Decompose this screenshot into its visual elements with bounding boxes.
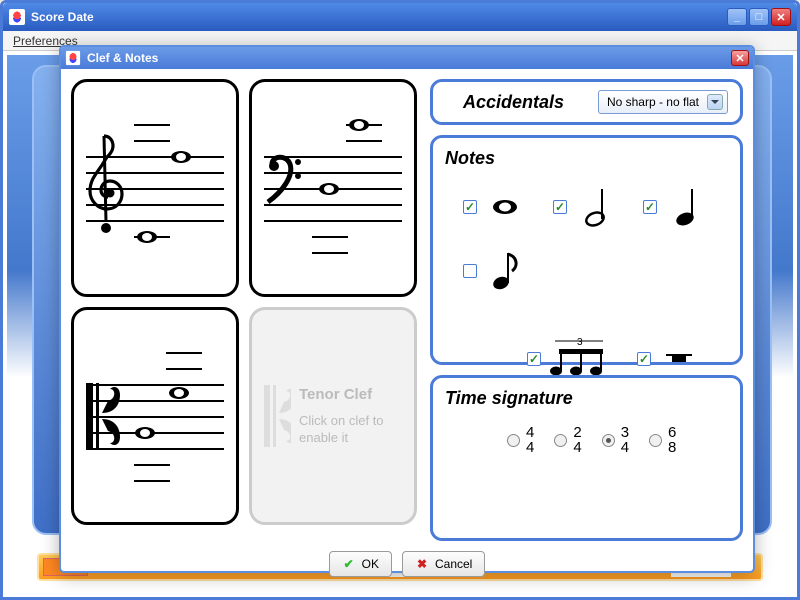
- ok-button[interactable]: ✔ OK: [329, 551, 392, 577]
- note-whole[interactable]: [463, 187, 525, 227]
- notes-label: Notes: [445, 148, 728, 169]
- half-note-icon: [575, 187, 615, 227]
- dialog-title: Clef & Notes: [87, 51, 158, 65]
- section-timesig: Time signature 44 24: [430, 375, 743, 541]
- checkbox[interactable]: [463, 264, 477, 278]
- c-clef-icon: [264, 385, 291, 447]
- radio[interactable]: [554, 434, 567, 447]
- svg-text:3: 3: [577, 337, 583, 348]
- radio[interactable]: [602, 434, 615, 447]
- tenor-hint: Click on clef to enable it: [299, 413, 402, 447]
- note-icon: [136, 230, 158, 244]
- timesig-3-4[interactable]: 34: [602, 425, 629, 455]
- cross-icon: ✖: [415, 557, 429, 571]
- clef-treble[interactable]: [71, 79, 239, 297]
- clef-grid: Tenor Clef Click on clef to enable it: [71, 79, 418, 541]
- section-accidentals: Accidentals No sharp - no flat: [430, 79, 743, 125]
- clef-tenor-disabled[interactable]: Tenor Clef Click on clef to enable it: [249, 307, 417, 525]
- checkbox[interactable]: [637, 352, 651, 366]
- timesig-2-4[interactable]: 24: [554, 425, 581, 455]
- note-eighth[interactable]: [463, 251, 525, 291]
- chevron-down-icon: [707, 94, 723, 110]
- dialog-body: Tenor Clef Click on clef to enable it Ac…: [61, 69, 753, 571]
- java-icon: [9, 9, 25, 25]
- window-buttons: _ □ ✕: [727, 8, 791, 26]
- quarter-note-icon: [665, 187, 705, 227]
- accidentals-dropdown[interactable]: No sharp - no flat: [598, 90, 728, 114]
- main-titlebar: Score Date _ □ ✕: [3, 3, 797, 31]
- tenor-title: Tenor Clef: [299, 386, 402, 403]
- rest-icon: [659, 339, 699, 379]
- timesig-4-4[interactable]: 44: [507, 425, 534, 455]
- cancel-button[interactable]: ✖ Cancel: [402, 551, 485, 577]
- note-icon: [134, 426, 156, 440]
- checkbox[interactable]: [553, 200, 567, 214]
- maximize-button[interactable]: □: [749, 8, 769, 26]
- triplet-icon: 3: [549, 339, 609, 379]
- main-title: Score Date: [31, 10, 94, 24]
- timesig-6-8[interactable]: 68: [649, 425, 676, 455]
- note-icon: [170, 150, 192, 164]
- note-icon: [318, 182, 340, 196]
- note-quarter[interactable]: [643, 187, 705, 227]
- c-clef-icon: [86, 383, 126, 449]
- right-column: Accidentals No sharp - no flat Notes: [430, 79, 743, 541]
- section-notes: Notes: [430, 135, 743, 365]
- checkbox[interactable]: [643, 200, 657, 214]
- radio[interactable]: [507, 434, 520, 447]
- dialog-titlebar: Clef & Notes ✕: [61, 47, 753, 69]
- eighth-note-icon: [485, 251, 525, 291]
- note-triplet[interactable]: 3: [527, 339, 609, 379]
- treble-clef-icon: [84, 132, 124, 242]
- timesig-label: Time signature: [445, 388, 728, 409]
- note-icon: [348, 118, 370, 132]
- whole-note-icon: [485, 187, 525, 227]
- note-half[interactable]: [553, 187, 615, 227]
- checkbox[interactable]: [463, 200, 477, 214]
- clef-bass[interactable]: [249, 79, 417, 297]
- accidentals-label: Accidentals: [463, 92, 564, 113]
- accidentals-selected: No sharp - no flat: [607, 95, 699, 109]
- radio[interactable]: [649, 434, 662, 447]
- note-icon: [168, 386, 190, 400]
- dialog-close-button[interactable]: ✕: [731, 50, 749, 66]
- close-button[interactable]: ✕: [771, 8, 791, 26]
- bass-clef-icon: [264, 154, 308, 206]
- java-icon: [66, 51, 80, 65]
- minimize-button[interactable]: _: [727, 8, 747, 26]
- note-rest[interactable]: [637, 339, 699, 379]
- clef-notes-dialog: Clef & Notes ✕: [59, 45, 755, 573]
- check-icon: ✔: [342, 557, 356, 571]
- clef-alto[interactable]: [71, 307, 239, 525]
- main-window: Score Date _ □ ✕ Preferences Score 0 Pre…: [0, 0, 800, 600]
- dialog-buttons: ✔ OK ✖ Cancel: [71, 551, 743, 577]
- checkbox[interactable]: [527, 352, 541, 366]
